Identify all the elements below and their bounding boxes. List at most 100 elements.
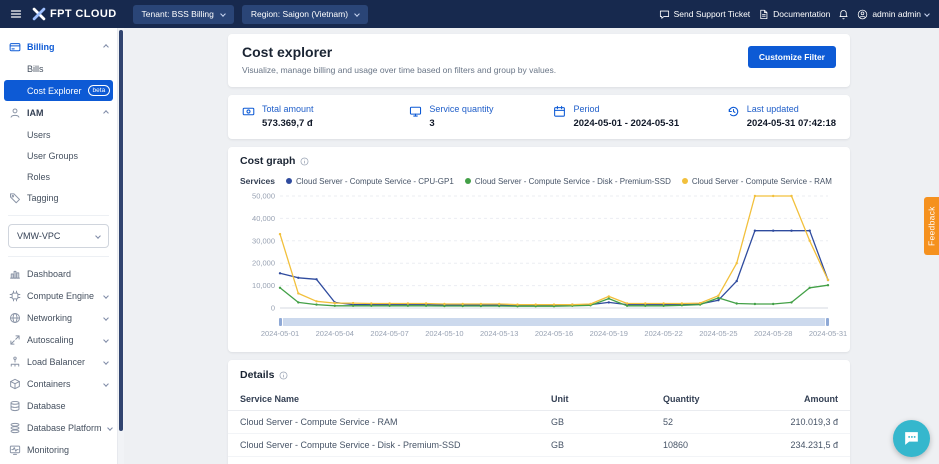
sidebar-item-cost-explorer[interactable]: Cost Explorerbeta: [4, 80, 113, 101]
legend-item-cloud-server-compute-service-ram[interactable]: Cloud Server - Compute Service - RAM: [682, 177, 832, 186]
sidebar-item-compute-engine[interactable]: Compute Engine: [0, 285, 117, 307]
chat-support-button[interactable]: [893, 420, 930, 457]
sidebar-item-iam[interactable]: IAM: [0, 102, 117, 124]
support-ticket-link[interactable]: Send Support Ticket: [659, 9, 751, 20]
table-row: Cloud Server - Compute Service - RAMGB52…: [228, 411, 850, 434]
documentation-link[interactable]: Documentation: [758, 9, 830, 20]
content-column: Cost explorer Visualize, manage billing …: [228, 34, 850, 464]
sidebar-item-billing[interactable]: Billing: [0, 36, 117, 58]
fpt-logo-mark: [32, 7, 46, 21]
slider-handle-left[interactable]: [278, 317, 283, 327]
stat-service-quantity: Service quantity 3: [409, 104, 553, 129]
vpc-select[interactable]: VMW-VPC: [8, 224, 109, 248]
sidebar-item-tagging[interactable]: Tagging: [0, 187, 117, 209]
sidebar-item-label: Containers: [27, 379, 71, 389]
main-content: Cost explorer Visualize, manage billing …: [124, 28, 939, 464]
cost-chart-plot[interactable]: 010,00020,00030,00040,00050,000: [240, 190, 838, 316]
period-icon: [553, 105, 566, 118]
stat-label: Service quantity: [429, 104, 493, 114]
dashboard-icon: [9, 268, 21, 280]
cell-service-name: Cloud Server - Compute Service - CPU-GP1: [228, 457, 539, 464]
sidebar-item-label: Networking: [27, 313, 72, 323]
chevron-down-icon: [103, 315, 109, 321]
svg-text:40,000: 40,000: [252, 214, 275, 223]
column-header-amount: Amount: [757, 388, 850, 411]
sidebar-item-label: Users: [27, 130, 51, 140]
stat-label: Total amount: [262, 104, 314, 114]
sidebar-item-label: Roles: [27, 172, 50, 182]
stat-total-amount: Total amount573.369,7 đ: [242, 104, 409, 129]
region-select[interactable]: Region: Saigon (Vietnam): [242, 5, 368, 24]
sidebar-item-label: Bills: [27, 64, 44, 74]
topbar: FPT CLOUD Tenant: BSS Billing Region: Sa…: [0, 0, 939, 28]
cell-amount: 129.119,0 đ: [757, 457, 850, 464]
legend-item-cloud-server-compute-service-disk-premium-ssd[interactable]: Cloud Server - Compute Service - Disk - …: [465, 177, 671, 186]
support-ticket-icon: [659, 9, 670, 20]
user-menu[interactable]: admin admin: [857, 9, 929, 20]
sidebar-item-label: Database: [27, 401, 66, 411]
sidebar-divider: [8, 215, 109, 216]
svg-text:10,000: 10,000: [252, 281, 275, 290]
sidebar-item-database-platform[interactable]: Database Platform: [0, 417, 117, 439]
sidebar-item-dashboard[interactable]: Dashboard: [0, 263, 117, 285]
details-info-icon[interactable]: [279, 371, 288, 380]
column-header-service-name: Service Name: [228, 388, 539, 411]
sidebar-divider: [8, 256, 109, 257]
cell-amount: 234.231,5 đ: [757, 434, 850, 457]
chevron-down-icon: [107, 425, 113, 431]
table-row: Cloud Server - Compute Service - Disk - …: [228, 434, 850, 457]
sidebar-scrollbar[interactable]: [118, 28, 124, 464]
cost-graph-info-icon[interactable]: [300, 157, 309, 166]
legend-item-cloud-server-compute-service-cpu-gp1[interactable]: Cloud Server - Compute Service - CPU-GP1: [286, 177, 454, 186]
sidebar-item-containers[interactable]: Containers: [0, 373, 117, 395]
chart-legend: Services Cloud Server - Compute Service …: [240, 176, 838, 186]
notification-bell-icon[interactable]: [838, 9, 849, 20]
sidebar-item-bills[interactable]: Bills: [0, 58, 117, 79]
stat-text: Period2024-05-01 - 2024-05-31: [573, 104, 679, 129]
chevron-down-icon: [95, 233, 101, 239]
documentation-icon: [758, 9, 769, 20]
cell-unit: vCPU: [539, 457, 651, 464]
tenant-select-label: Tenant: BSS Billing: [142, 9, 214, 19]
menu-icon[interactable]: [10, 8, 24, 20]
iam-icon: [9, 107, 21, 119]
legend-item-label: Cloud Server - Compute Service - CPU-GP1: [296, 177, 454, 186]
column-header-unit: Unit: [539, 388, 651, 411]
stat-value: 3: [429, 118, 493, 129]
x-axis-label: 2024-05-13: [480, 329, 518, 338]
sidebar-item-roles[interactable]: Roles: [0, 166, 117, 187]
stat-last-updated: Last updated2024-05-31 07:42:18: [727, 104, 836, 129]
customize-filter-button[interactable]: Customize Filter: [748, 46, 836, 68]
total-amount-icon: [242, 105, 255, 118]
sidebar-scrollbar-thumb[interactable]: [119, 30, 123, 431]
fpt-cloud-logo: FPT CLOUD: [32, 7, 117, 21]
chevron-down-icon: [354, 11, 360, 17]
sidebar-item-database[interactable]: Database: [0, 395, 117, 417]
sidebar-item-networking[interactable]: Networking: [0, 307, 117, 329]
slider-handle-right[interactable]: [825, 317, 830, 327]
database-icon: [9, 400, 21, 412]
stat-value: 2024-05-31 07:42:18: [747, 118, 836, 129]
tenant-select[interactable]: Tenant: BSS Billing: [133, 5, 234, 24]
stat-text: Service quantity 3: [429, 104, 493, 129]
cost-chart[interactable]: 010,00020,00030,00040,00050,000 2024-05-…: [240, 190, 838, 342]
sidebar-item-autoscaling[interactable]: Autoscaling: [0, 329, 117, 351]
cell-unit: GB: [539, 411, 651, 434]
sidebar-item-monitoring[interactable]: Monitoring: [0, 439, 117, 461]
feedback-button[interactable]: Feedback: [924, 197, 939, 255]
chevron-down-icon: [924, 11, 930, 17]
chevron-down-icon: [103, 359, 109, 365]
chart-zoom-slider[interactable]: [280, 318, 828, 326]
cell-quantity: 52: [651, 411, 757, 434]
stat-label: Period: [573, 104, 679, 114]
sidebar-item-load-balancer[interactable]: Load Balancer: [0, 351, 117, 373]
x-axis-label: 2024-05-28: [754, 329, 792, 338]
x-axis-label: 2024-05-31: [809, 329, 847, 338]
cell-unit: GB: [539, 434, 651, 457]
sidebar-item-users[interactable]: Users: [0, 124, 117, 145]
sidebar-item-label: Monitoring: [27, 445, 69, 455]
sidebar-item-user-groups[interactable]: User Groups: [0, 145, 117, 166]
sidebar-item-label: Database Platform: [27, 423, 102, 433]
sidebar-item-label: Compute Engine: [27, 291, 94, 301]
last-updated-icon: [727, 105, 740, 118]
